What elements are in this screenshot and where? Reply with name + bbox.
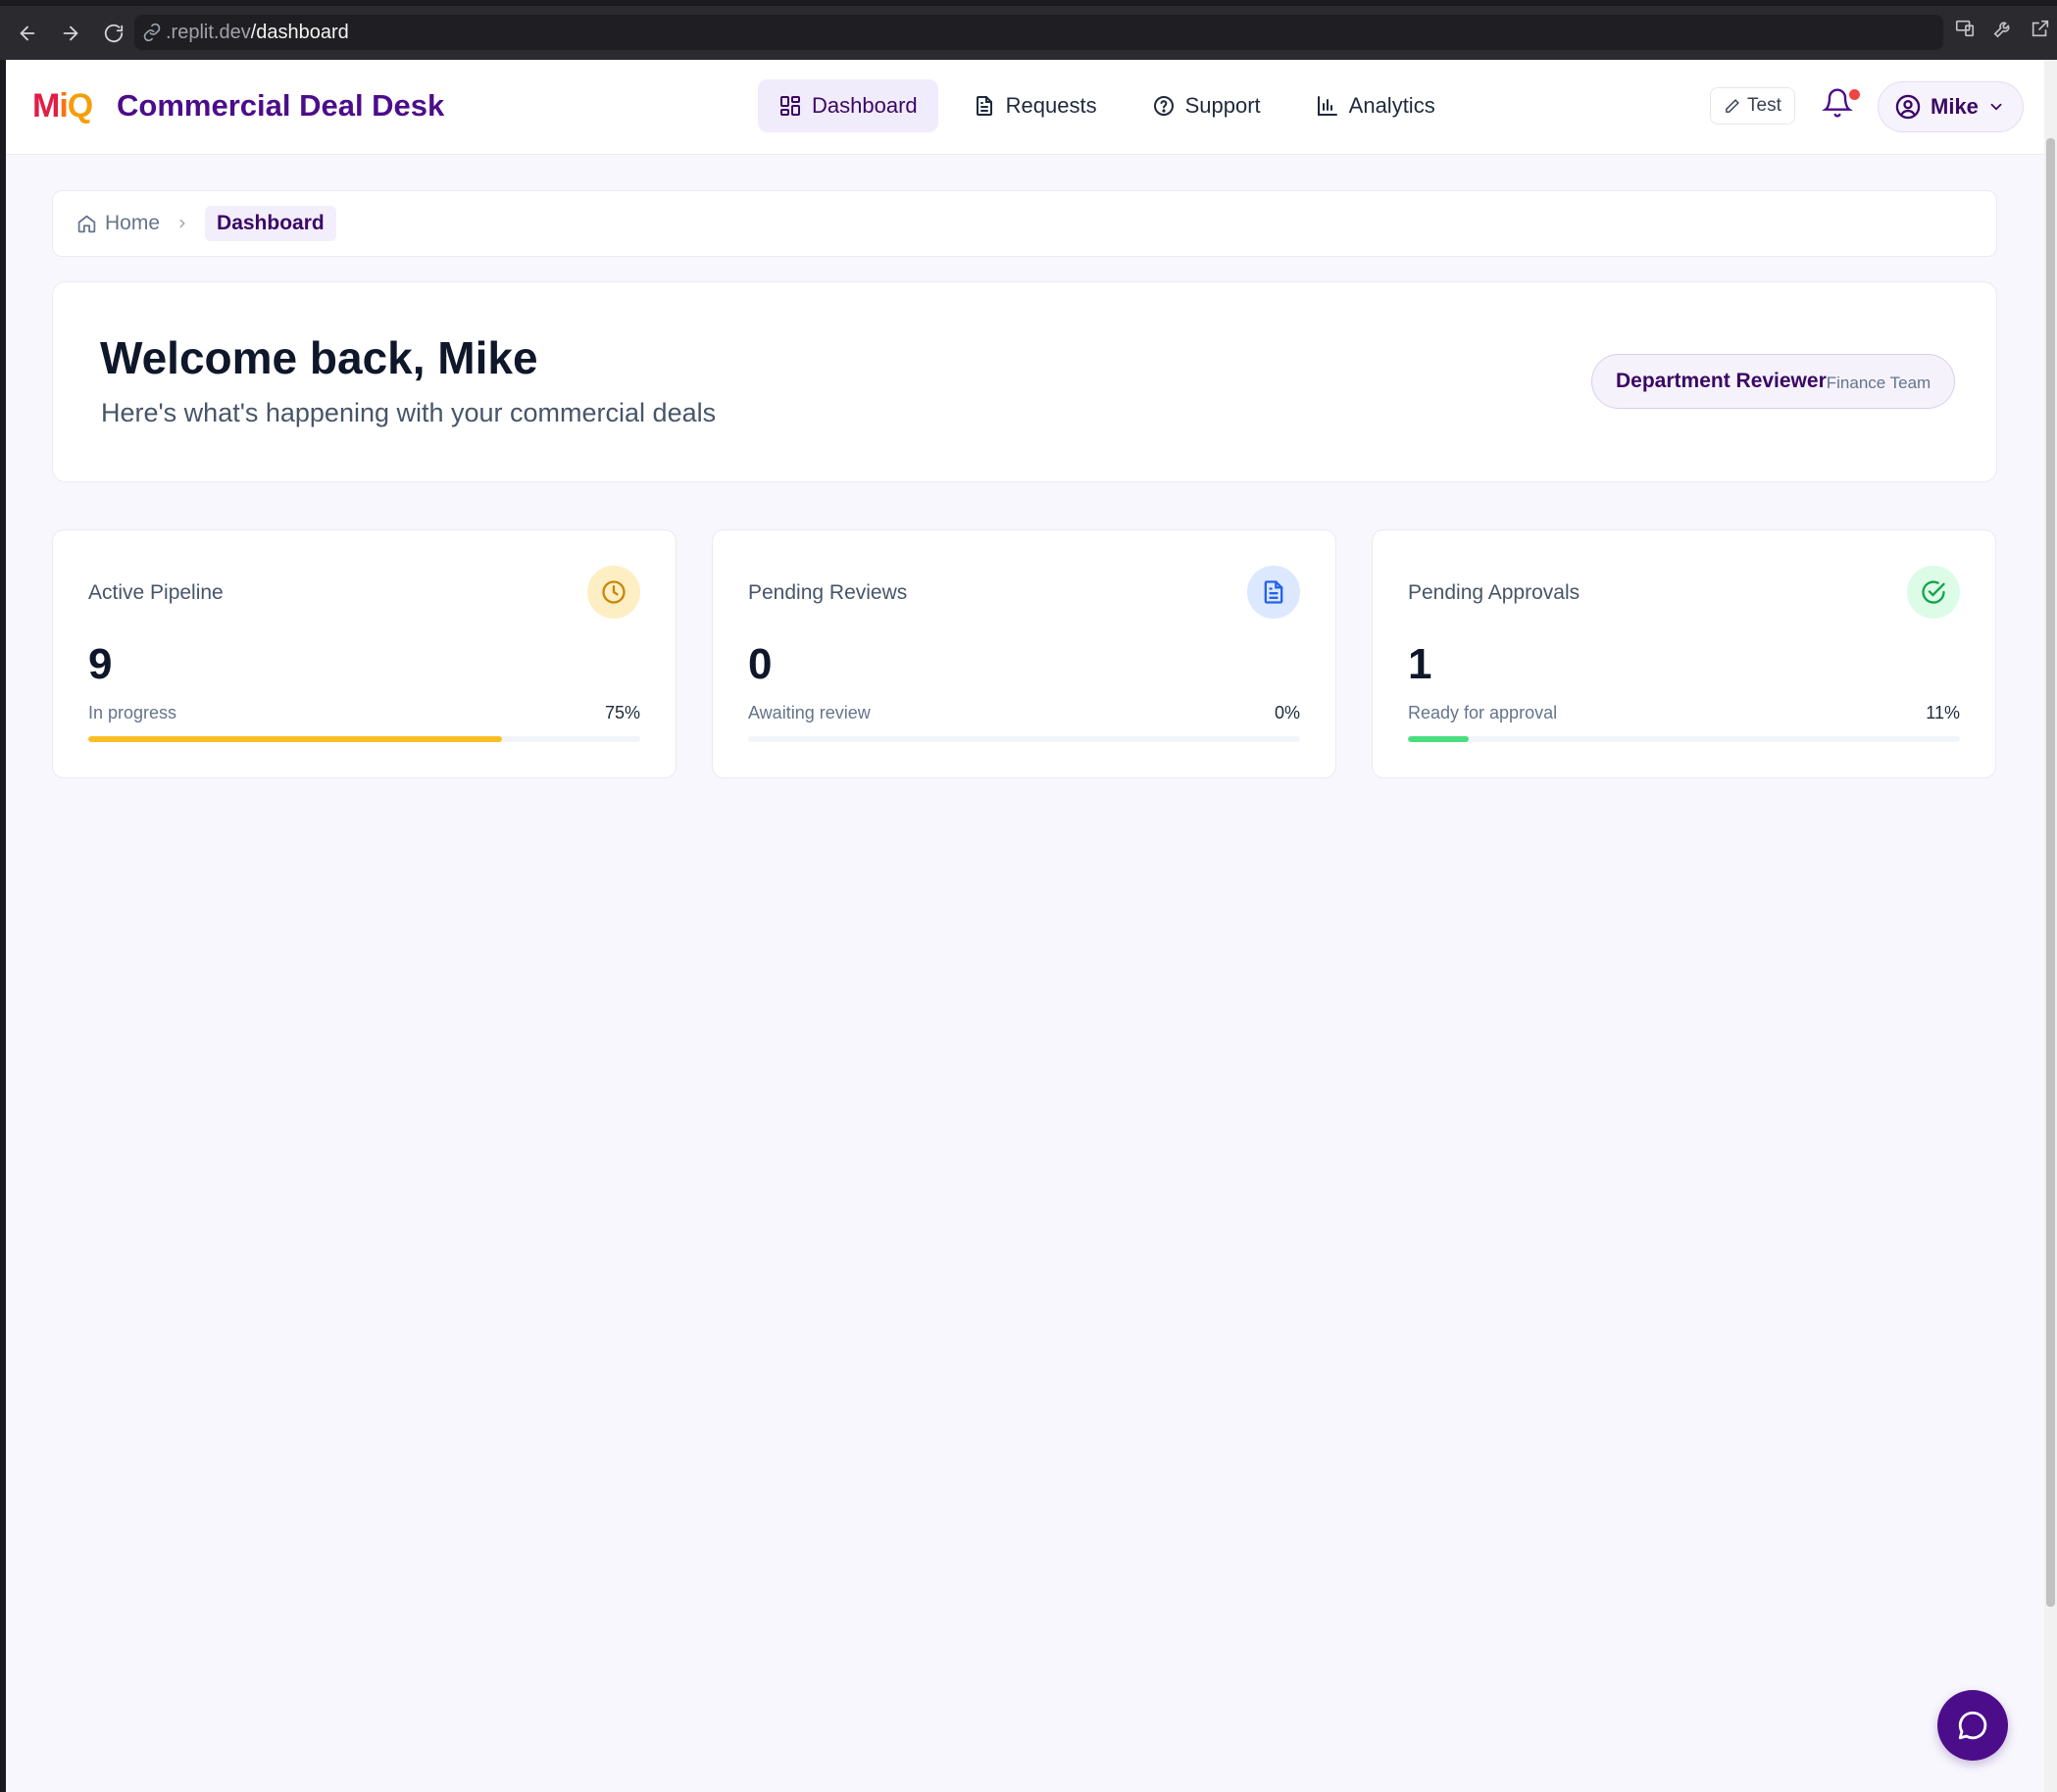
stat-percent: 11% <box>1926 703 1960 722</box>
main-nav: Dashboard Requests Support Analytics <box>758 79 1456 132</box>
user-menu-button[interactable]: Mike <box>1878 81 2024 132</box>
back-button[interactable] <box>8 14 47 53</box>
nav-label: Analytics <box>1348 93 1435 118</box>
role-badge: Department Reviewer Finance Team <box>1591 354 1956 409</box>
role-team: Finance Team <box>1826 373 1932 392</box>
stat-label: Pending Approvals <box>1408 581 1580 604</box>
stat-label: Active Pipeline <box>88 581 224 604</box>
scrollbar[interactable] <box>2044 60 2057 1792</box>
chevron-right-icon <box>179 219 185 228</box>
external-link-icon <box>2032 20 2049 37</box>
stat-value: 9 <box>88 640 113 688</box>
nav-dashboard[interactable]: Dashboard <box>758 79 938 132</box>
nav-analytics[interactable]: Analytics <box>1295 79 1456 132</box>
user-circle-icon <box>1895 94 1921 120</box>
scrollbar-thumb[interactable] <box>2046 138 2055 1607</box>
nav-label: Requests <box>1005 93 1097 118</box>
help-circle-icon <box>1153 96 1174 116</box>
stat-percent: 0% <box>1274 703 1300 722</box>
test-button[interactable]: Test <box>1710 87 1795 124</box>
forward-button[interactable] <box>51 14 90 53</box>
stat-percent: 75% <box>604 703 640 722</box>
pencil-icon <box>1726 98 1739 113</box>
devices-button[interactable] <box>1954 18 1976 39</box>
home-icon <box>77 215 96 232</box>
logo-letter-q: Q <box>67 87 93 124</box>
nav-label: Support <box>1184 93 1261 118</box>
stat-value: 0 <box>748 640 773 688</box>
tools-button[interactable] <box>1992 18 2014 39</box>
stat-label: Pending Reviews <box>748 581 908 604</box>
document-icon <box>976 96 992 116</box>
app-title[interactable]: Commercial Deal Desk <box>117 88 444 124</box>
arrow-right-icon <box>63 25 78 40</box>
wrench-icon <box>1993 22 2010 38</box>
welcome-card: Welcome back, Mike Here's what's happeni… <box>52 281 1997 482</box>
stat-card-pending-approvals[interactable]: Pending Approvals 1 Ready for approval 1… <box>1372 529 1996 778</box>
window-edge <box>0 60 6 1792</box>
test-label: Test <box>1747 95 1781 116</box>
arrow-left-icon <box>20 25 35 40</box>
welcome-title: Welcome back, Mike <box>100 332 538 383</box>
stat-caption: In progress <box>88 703 177 722</box>
notification-dot <box>1847 87 1862 102</box>
role-title: Department Reviewer <box>1616 370 1827 392</box>
link-icon <box>143 23 161 42</box>
nav-requests[interactable]: Requests <box>952 79 1118 132</box>
stat-icon-badge <box>1907 566 1960 619</box>
nav-support[interactable]: Support <box>1131 79 1281 132</box>
stat-icon-badge <box>587 566 640 619</box>
app-header: MiQ Commercial Deal Desk Dashboard Reque… <box>6 60 2044 155</box>
chevron-down-icon <box>1990 103 2002 111</box>
devices-icon <box>1955 20 1975 37</box>
check-circle-icon <box>1922 580 1945 604</box>
breadcrumb-home-label: Home <box>105 212 161 234</box>
progress-bar <box>1408 736 1960 742</box>
nav-label: Dashboard <box>812 93 918 118</box>
breadcrumb-current: Dashboard <box>205 206 336 241</box>
logo-letter-i: i <box>59 87 69 124</box>
grid-icon <box>780 96 800 116</box>
document-icon <box>1264 580 1283 604</box>
stat-card-pending-reviews[interactable]: Pending Reviews 0 Awaiting review 0% <box>712 529 1336 778</box>
breadcrumb: Home Dashboard <box>52 190 1997 257</box>
progress-bar <box>88 736 640 742</box>
reload-button[interactable] <box>94 14 133 53</box>
logo-letter-m: M <box>32 87 60 124</box>
stat-card-active-pipeline[interactable]: Active Pipeline 9 In progress 75% <box>52 529 677 778</box>
url-host: .replit.dev <box>166 21 251 43</box>
stat-caption: Ready for approval <box>1408 703 1558 722</box>
url-path: /dashboard <box>250 21 349 43</box>
reload-icon <box>104 24 124 42</box>
chat-bubble-icon <box>1958 1711 1987 1740</box>
clock-icon <box>602 580 626 604</box>
open-external-button[interactable] <box>2030 18 2051 39</box>
progress-fill <box>1408 736 1469 742</box>
user-name: Mike <box>1931 94 1979 119</box>
stat-icon-badge <box>1247 566 1300 619</box>
welcome-subtitle: Here's what's happening with your commer… <box>101 398 717 427</box>
address-bar[interactable]: .replit.dev/dashboard <box>134 15 1943 50</box>
notifications-button[interactable] <box>1822 87 1862 126</box>
breadcrumb-home[interactable]: Home <box>76 212 160 235</box>
browser-toolbar: .replit.dev/dashboard <box>0 6 2057 60</box>
miq-logo[interactable]: MiQ <box>32 87 93 125</box>
stat-value: 1 <box>1408 640 1432 688</box>
progress-fill <box>88 736 503 742</box>
stat-caption: Awaiting review <box>748 703 871 722</box>
progress-bar <box>748 736 1300 742</box>
chat-button[interactable] <box>1937 1690 2008 1761</box>
bar-chart-icon <box>1317 96 1337 116</box>
